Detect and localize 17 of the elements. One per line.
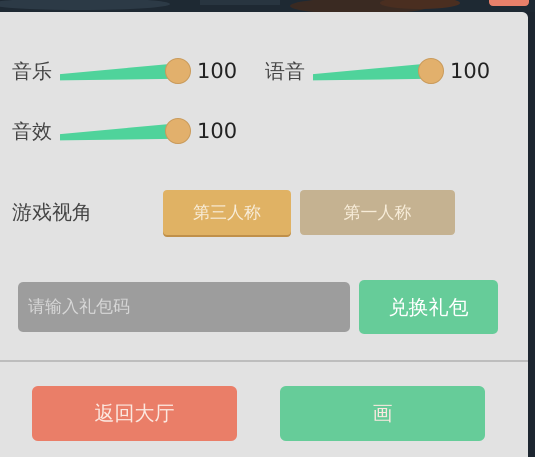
slider-thumb[interactable] <box>165 118 191 144</box>
slider-label: 音效 <box>12 118 52 144</box>
slider-label: 语音 <box>265 58 305 84</box>
view-option-button[interactable]: 第三人称 <box>163 190 291 235</box>
slider-thumb[interactable] <box>165 58 191 84</box>
slider-value: 100 <box>450 59 490 83</box>
redeem-button[interactable]: 兑换礼包 <box>359 280 498 334</box>
slider-label: 音乐 <box>12 58 52 84</box>
confirm-button[interactable]: 画 <box>280 386 485 441</box>
view-option-button[interactable]: 第一人称 <box>300 190 455 235</box>
slider-value: 100 <box>197 119 238 143</box>
slider-value: 100 <box>197 59 238 83</box>
lobby-button[interactable]: 返回大厅 <box>32 386 237 441</box>
close-button[interactable] <box>489 0 529 6</box>
view-label: 游戏视角 <box>12 199 93 226</box>
slider-thumb[interactable] <box>418 58 444 84</box>
gift-code-field[interactable]: 请输入礼包码 <box>18 282 350 332</box>
